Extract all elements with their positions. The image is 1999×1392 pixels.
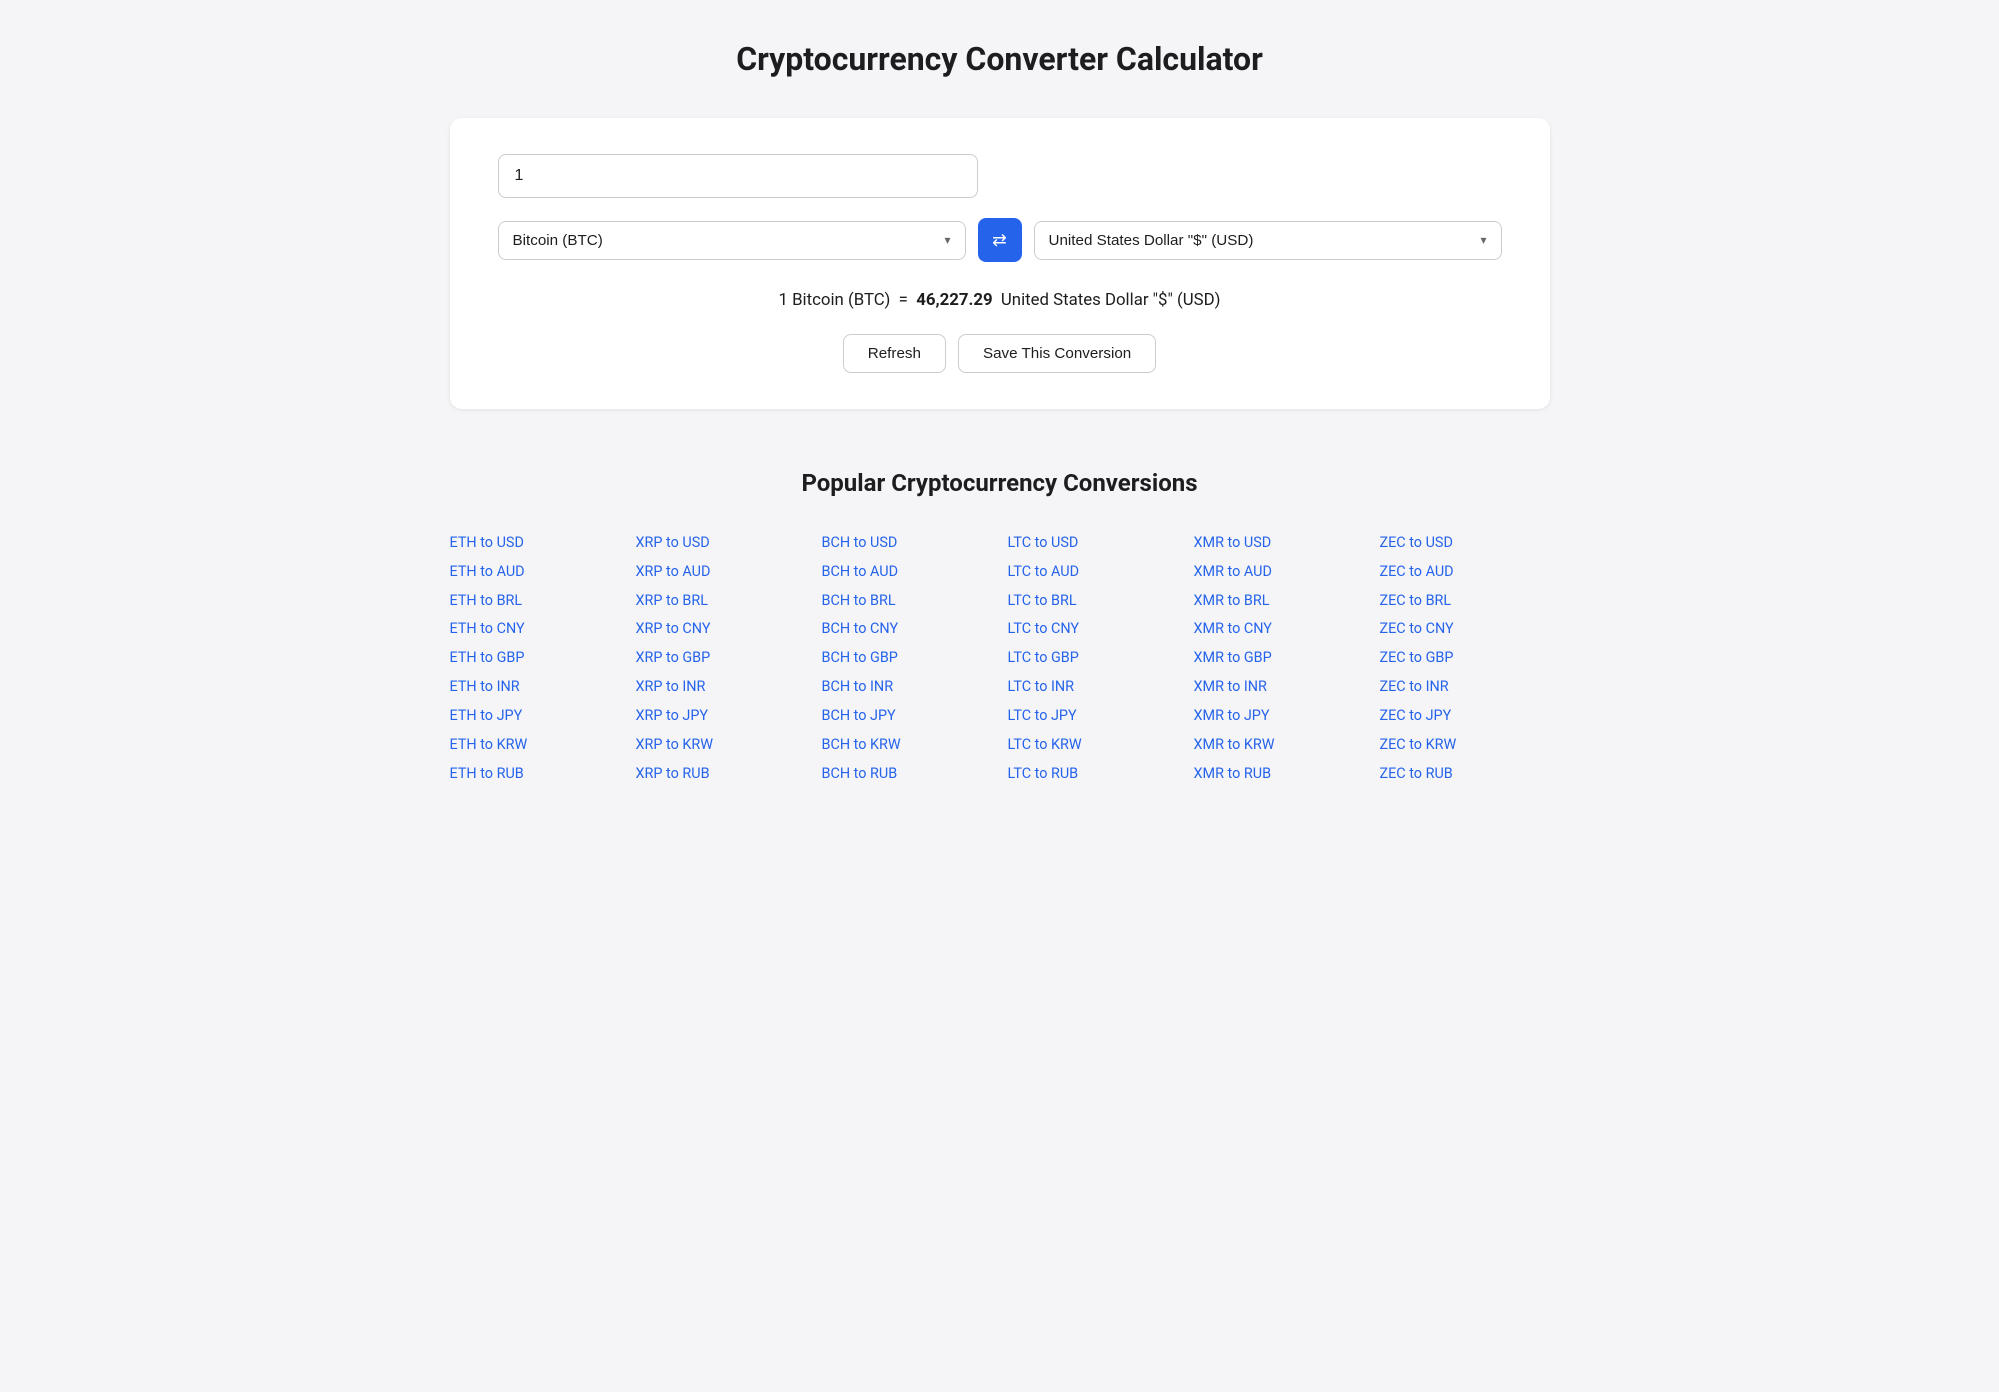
equals-sign: = (899, 290, 908, 310)
swap-button[interactable]: ⇄ (978, 218, 1022, 262)
selectors-row: Bitcoin (BTC) Ethereum (ETH) Litecoin (L… (498, 218, 1502, 262)
conversion-link[interactable]: XMR to JPY (1194, 707, 1270, 724)
conversion-link[interactable]: BCH to USD (822, 534, 898, 551)
conversion-link[interactable]: ETH to AUD (450, 563, 525, 580)
conversion-link[interactable]: BCH to BRL (822, 592, 896, 609)
conversion-link[interactable]: LTC to RUB (1008, 765, 1079, 782)
from-chevron-icon: ▾ (944, 233, 950, 247)
conversion-link[interactable]: LTC to INR (1008, 678, 1075, 695)
conversion-link[interactable]: LTC to USD (1008, 534, 1079, 551)
conversions-grid: ETH to USD ETH to AUD ETH to BRL ETH to CNY… (450, 529, 1550, 788)
conversion-link[interactable]: ETH to KRW (450, 736, 528, 753)
conversion-link[interactable]: XRP to JPY (636, 707, 709, 724)
conversion-link[interactable]: ZEC to AUD (1380, 563, 1454, 580)
result-label: 1 Bitcoin (BTC) (779, 290, 891, 310)
conversion-link[interactable]: LTC to CNY (1008, 620, 1080, 637)
from-currency-select[interactable]: Bitcoin (BTC) Ethereum (ETH) Litecoin (L… (513, 232, 937, 249)
conversion-link[interactable]: XMR to INR (1194, 678, 1267, 695)
conversion-link[interactable]: LTC to KRW (1008, 736, 1082, 753)
conversion-link[interactable]: ETH to USD (450, 534, 524, 551)
conversion-link[interactable]: LTC to JPY (1008, 707, 1077, 724)
conversion-link[interactable]: BCH to CNY (822, 620, 899, 637)
conversion-link[interactable]: BCH to GBP (822, 649, 898, 666)
conversion-link[interactable]: ZEC to RUB (1380, 765, 1453, 782)
conversion-link[interactable]: ZEC to INR (1380, 678, 1449, 695)
conversion-column: ZEC to USD ZEC to AUD ZEC to BRL ZEC to CNY… (1380, 529, 1550, 788)
conversion-link[interactable]: BCH to JPY (822, 707, 896, 724)
conversion-link[interactable]: ZEC to JPY (1380, 707, 1452, 724)
conversion-link[interactable]: XMR to GBP (1194, 649, 1272, 666)
to-currency-wrapper[interactable]: United States Dollar "$" (USD) Euro (EUR… (1034, 221, 1502, 260)
result-row: 1 Bitcoin (BTC) = 46,227.29 United State… (498, 290, 1502, 310)
conversion-link[interactable]: XRP to CNY (636, 620, 711, 637)
conversion-link[interactable]: ZEC to BRL (1380, 592, 1452, 609)
conversion-link[interactable]: ETH to CNY (450, 620, 525, 637)
conversion-link[interactable]: ETH to RUB (450, 765, 524, 782)
conversion-link[interactable]: XMR to USD (1194, 534, 1272, 551)
popular-section: Popular Cryptocurrency Conversions ETH t… (450, 469, 1550, 788)
conversion-link[interactable]: XMR to BRL (1194, 592, 1270, 609)
swap-icon: ⇄ (992, 230, 1007, 251)
conversion-link[interactable]: XRP to BRL (636, 592, 708, 609)
conversion-column: ETH to USD ETH to AUD ETH to BRL ETH to CNY… (450, 529, 620, 788)
from-currency-wrapper[interactable]: Bitcoin (BTC) Ethereum (ETH) Litecoin (L… (498, 221, 966, 260)
to-currency-select[interactable]: United States Dollar "$" (USD) Euro (EUR… (1049, 232, 1473, 249)
amount-input[interactable] (498, 154, 978, 198)
conversion-link[interactable]: BCH to INR (822, 678, 894, 695)
conversion-link[interactable]: ZEC to KRW (1380, 736, 1457, 753)
conversion-link[interactable]: LTC to GBP (1008, 649, 1079, 666)
conversion-link[interactable]: XRP to USD (636, 534, 710, 551)
conversion-link[interactable]: XMR to RUB (1194, 765, 1272, 782)
conversion-link[interactable]: BCH to AUD (822, 563, 899, 580)
page-title: Cryptocurrency Converter Calculator (80, 40, 1919, 78)
conversion-link[interactable]: BCH to KRW (822, 736, 901, 753)
conversion-link[interactable]: XMR to CNY (1194, 620, 1272, 637)
to-chevron-icon: ▾ (1480, 233, 1486, 247)
action-buttons: Refresh Save This Conversion (498, 334, 1502, 373)
refresh-button[interactable]: Refresh (843, 334, 946, 373)
conversion-link[interactable]: ETH to INR (450, 678, 520, 695)
conversion-link[interactable]: ETH to JPY (450, 707, 523, 724)
conversion-column: BCH to USD BCH to AUD BCH to BRL BCH to CNY… (822, 529, 992, 788)
conversion-column: LTC to USD LTC to AUD LTC to BRL LTC to CNY… (1008, 529, 1178, 788)
conversion-column: XRP to USD XRP to AUD XRP to BRL XRP to CNY… (636, 529, 806, 788)
conversion-link[interactable]: XRP to RUB (636, 765, 710, 782)
conversion-link[interactable]: XMR to AUD (1194, 563, 1272, 580)
conversion-link[interactable]: ETH to GBP (450, 649, 525, 666)
conversion-link[interactable]: ZEC to USD (1380, 534, 1453, 551)
conversion-link[interactable]: ETH to BRL (450, 592, 523, 609)
conversion-link[interactable]: ZEC to CNY (1380, 620, 1454, 637)
result-currency: United States Dollar "$" (USD) (1001, 290, 1221, 310)
popular-title: Popular Cryptocurrency Conversions (450, 469, 1550, 497)
conversion-column: XMR to USD XMR to AUD XMR to BRL XMR to CNY… (1194, 529, 1364, 788)
conversion-link[interactable]: XRP to GBP (636, 649, 711, 666)
conversion-link[interactable]: XRP to INR (636, 678, 706, 695)
conversion-link[interactable]: LTC to BRL (1008, 592, 1077, 609)
conversion-link[interactable]: XRP to KRW (636, 736, 714, 753)
conversion-link[interactable]: XRP to AUD (636, 563, 711, 580)
conversion-link[interactable]: BCH to RUB (822, 765, 898, 782)
result-value: 46,227.29 (916, 290, 992, 310)
conversion-link[interactable]: XMR to KRW (1194, 736, 1275, 753)
conversion-link[interactable]: LTC to AUD (1008, 563, 1080, 580)
save-button[interactable]: Save This Conversion (958, 334, 1156, 373)
conversion-link[interactable]: ZEC to GBP (1380, 649, 1454, 666)
converter-card: Bitcoin (BTC) Ethereum (ETH) Litecoin (L… (450, 118, 1550, 409)
